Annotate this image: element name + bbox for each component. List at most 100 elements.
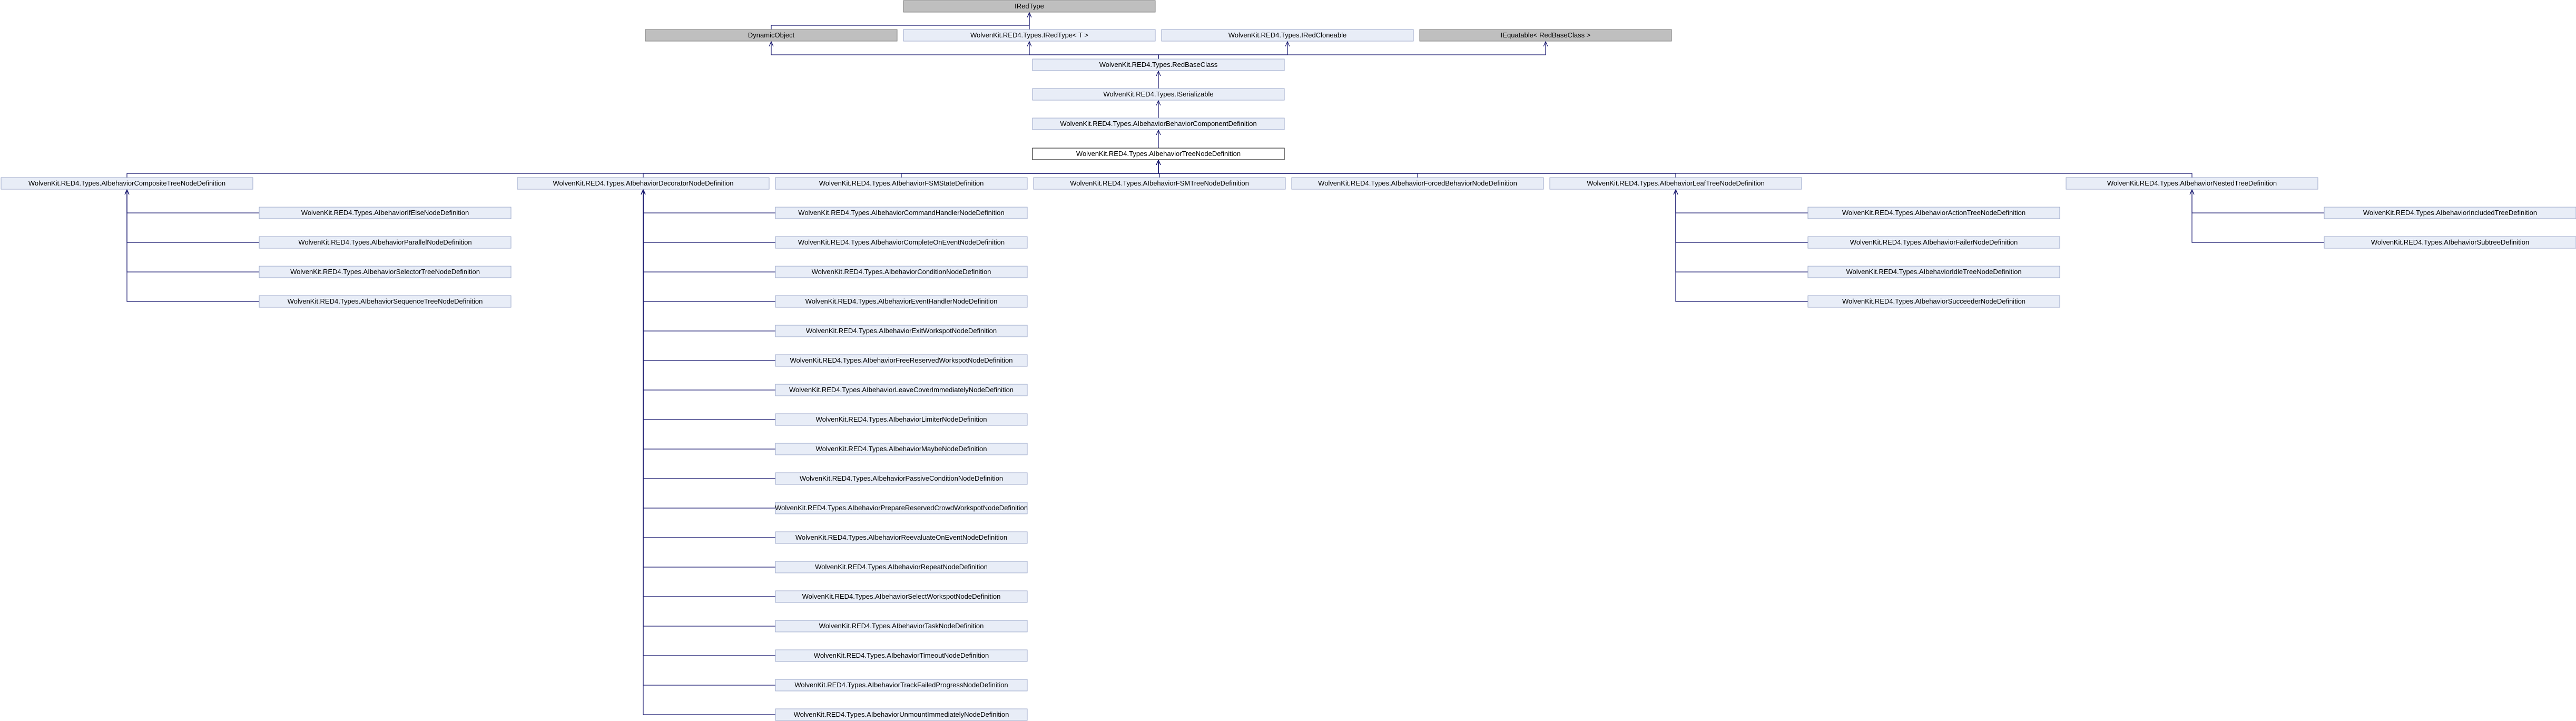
node-layer: IRedType DynamicObject WolvenKit.RED4.Type… bbox=[1, 0, 2576, 721]
class-node-fsmstate[interactable]: WolvenKit.RED4.Types.AIbehaviorFSMStateD… bbox=[775, 177, 1028, 190]
class-node-label: WolvenKit.RED4.Types.AIbehaviorPassiveCo… bbox=[800, 474, 1003, 482]
edge-forced-to-treenode bbox=[1158, 160, 1418, 178]
class-node-selectwork[interactable]: WolvenKit.RED4.Types.AIbehaviorSelectWor… bbox=[775, 590, 1028, 603]
class-node-iredtypet[interactable]: WolvenKit.RED4.Types.IRedType< T > bbox=[903, 29, 1156, 42]
class-node-reevaluate[interactable]: WolvenKit.RED4.Types.AIbehaviorReevaluat… bbox=[775, 531, 1028, 544]
class-node-iequatable[interactable]: IEquatable< RedBaseClass > bbox=[1419, 29, 1672, 42]
class-node-label: WolvenKit.RED4.Types.AIbehaviorMaybeNode… bbox=[816, 445, 987, 453]
class-node-iredtype[interactable]: IRedType bbox=[903, 0, 1156, 13]
class-node-label: WolvenKit.RED4.Types.AIbehaviorIdleTreeN… bbox=[1846, 268, 2021, 276]
class-node-label: WolvenKit.RED4.Types.AIbehaviorFreeReser… bbox=[790, 356, 1013, 364]
class-node-label: WolvenKit.RED4.Types.AIbehaviorEventHand… bbox=[805, 297, 998, 305]
class-node-label: WolvenKit.RED4.Types.AIbehaviorRepeatNod… bbox=[815, 563, 988, 571]
class-node-selector[interactable]: WolvenKit.RED4.Types.AIbehaviorSelectorT… bbox=[259, 266, 512, 278]
class-node-iserializable[interactable]: WolvenKit.RED4.Types.ISerializable bbox=[1032, 88, 1285, 101]
class-node-forced[interactable]: WolvenKit.RED4.Types.AIbehaviorForcedBeh… bbox=[1291, 177, 1544, 190]
edge-completeon-to-decorator bbox=[643, 190, 775, 243]
class-node-maybe[interactable]: WolvenKit.RED4.Types.AIbehaviorMaybeNode… bbox=[775, 443, 1028, 455]
class-node-iredcloneable[interactable]: WolvenKit.RED4.Types.IRedCloneable bbox=[1161, 29, 1414, 42]
class-node-freereserved[interactable]: WolvenKit.RED4.Types.AIbehaviorFreeReser… bbox=[775, 354, 1028, 367]
class-node-exitwork[interactable]: WolvenKit.RED4.Types.AIbehaviorExitWorks… bbox=[775, 325, 1028, 337]
class-node-behaviorcomponent[interactable]: WolvenKit.RED4.Types.AIbehaviorBehaviorC… bbox=[1032, 118, 1285, 130]
edge-redbaseclass-to-dynamicobject bbox=[771, 42, 1159, 59]
class-node-label: WolvenKit.RED4.Types.AIbehaviorCompleteO… bbox=[798, 238, 1005, 246]
edge-unmount-to-decorator bbox=[643, 190, 775, 715]
class-node-label: WolvenKit.RED4.Types.AIbehaviorUnmountIm… bbox=[794, 710, 1009, 718]
class-node-ifelse[interactable]: WolvenKit.RED4.Types.AIbehaviorIfElseNod… bbox=[259, 207, 512, 219]
class-node-trackfailed[interactable]: WolvenKit.RED4.Types.AIbehaviorTrackFail… bbox=[775, 679, 1028, 691]
class-node-idle[interactable]: WolvenKit.RED4.Types.AIbehaviorIdleTreeN… bbox=[1807, 266, 2060, 278]
class-node-label: WolvenKit.RED4.Types.AIbehaviorSubtreeDe… bbox=[2371, 238, 2529, 246]
class-node-treenode[interactable]: WolvenKit.RED4.Types.AIbehaviorTreeNodeD… bbox=[1032, 148, 1285, 160]
class-node-fsmtree[interactable]: WolvenKit.RED4.Types.AIbehaviorFSMTreeNo… bbox=[1033, 177, 1286, 190]
class-node-label: WolvenKit.RED4.Types.AIbehaviorCondition… bbox=[812, 268, 991, 276]
class-node-parallel[interactable]: WolvenKit.RED4.Types.AIbehaviorParallelN… bbox=[259, 236, 512, 249]
edge-idle-to-leaf bbox=[1676, 190, 1808, 272]
class-node-label: WolvenKit.RED4.Types.AIbehaviorDecorator… bbox=[553, 179, 734, 187]
edge-task-to-decorator bbox=[643, 190, 775, 627]
class-node-label: WolvenKit.RED4.Types.AIbehaviorTaskNodeD… bbox=[819, 622, 984, 630]
edge-prepare-to-decorator bbox=[643, 190, 775, 509]
class-node-label: WolvenKit.RED4.Types.AIbehaviorComposite… bbox=[28, 179, 225, 187]
class-node-leaf[interactable]: WolvenKit.RED4.Types.AIbehaviorLeafTreeN… bbox=[1549, 177, 1802, 190]
edge-exitwork-to-decorator bbox=[643, 190, 775, 332]
class-node-eventhandler[interactable]: WolvenKit.RED4.Types.AIbehaviorEventHand… bbox=[775, 295, 1028, 308]
class-node-prepare[interactable]: WolvenKit.RED4.Types.AIbehaviorPrepareRe… bbox=[775, 502, 1028, 514]
class-node-label: IRedType bbox=[1015, 2, 1044, 10]
class-node-label: DynamicObject bbox=[748, 31, 795, 39]
edge-dynamicobject-to-iredtype bbox=[771, 13, 1029, 30]
class-node-label: WolvenKit.RED4.Types.AIbehaviorParallelN… bbox=[298, 238, 471, 246]
edge-selectwork-to-decorator bbox=[643, 190, 775, 597]
class-node-label: WolvenKit.RED4.Types.AIbehaviorLeaveCove… bbox=[789, 386, 1014, 394]
edge-leavecover-to-decorator bbox=[643, 190, 775, 391]
class-node-sequence[interactable]: WolvenKit.RED4.Types.AIbehaviorSequenceT… bbox=[259, 295, 512, 308]
edge-trackfailed-to-decorator bbox=[643, 190, 775, 686]
class-node-label: WolvenKit.RED4.Types.AIbehaviorCommandHa… bbox=[798, 209, 1004, 217]
edge-nested-to-treenode bbox=[1158, 160, 2192, 178]
class-node-succeeder[interactable]: WolvenKit.RED4.Types.AIbehaviorSucceeder… bbox=[1807, 295, 2060, 308]
class-node-unmount[interactable]: WolvenKit.RED4.Types.AIbehaviorUnmountIm… bbox=[775, 708, 1028, 721]
class-node-label: WolvenKit.RED4.Types.AIbehaviorTreeNodeD… bbox=[1076, 150, 1241, 158]
edge-leaf-to-treenode bbox=[1158, 160, 1676, 178]
class-node-label: WolvenKit.RED4.Types.IRedType< T > bbox=[970, 31, 1088, 39]
class-node-passive[interactable]: WolvenKit.RED4.Types.AIbehaviorPassiveCo… bbox=[775, 472, 1028, 485]
edge-eventhandler-to-decorator bbox=[643, 190, 775, 302]
edge-succeeder-to-leaf bbox=[1676, 190, 1808, 302]
class-node-timeout[interactable]: WolvenKit.RED4.Types.AIbehaviorTimeoutNo… bbox=[775, 649, 1028, 662]
class-node-label: WolvenKit.RED4.Types.AIbehaviorNestedTre… bbox=[2107, 179, 2277, 187]
class-node-nested[interactable]: WolvenKit.RED4.Types.AIbehaviorNestedTre… bbox=[2066, 177, 2318, 190]
class-node-action[interactable]: WolvenKit.RED4.Types.AIbehaviorActionTre… bbox=[1807, 207, 2060, 219]
class-node-label: WolvenKit.RED4.Types.AIbehaviorLeafTreeN… bbox=[1587, 179, 1764, 187]
class-node-label: WolvenKit.RED4.Types.AIbehaviorTrackFail… bbox=[794, 681, 1008, 689]
edge-reevaluate-to-decorator bbox=[643, 190, 775, 538]
class-node-composite[interactable]: WolvenKit.RED4.Types.AIbehaviorComposite… bbox=[1, 177, 253, 190]
edge-limiter-to-decorator bbox=[643, 190, 775, 420]
class-node-dynamicobject[interactable]: DynamicObject bbox=[645, 29, 898, 42]
class-node-repeat[interactable]: WolvenKit.RED4.Types.AIbehaviorRepeatNod… bbox=[775, 561, 1028, 573]
edge-redbaseclass-to-iequatable bbox=[1158, 42, 1546, 59]
class-node-redbaseclass[interactable]: WolvenKit.RED4.Types.RedBaseClass bbox=[1032, 59, 1285, 71]
class-node-cmdhandler[interactable]: WolvenKit.RED4.Types.AIbehaviorCommandHa… bbox=[775, 207, 1028, 219]
class-node-leavecover[interactable]: WolvenKit.RED4.Types.AIbehaviorLeaveCove… bbox=[775, 384, 1028, 396]
class-node-completeon[interactable]: WolvenKit.RED4.Types.AIbehaviorCompleteO… bbox=[775, 236, 1028, 249]
class-node-subtree[interactable]: WolvenKit.RED4.Types.AIbehaviorSubtreeDe… bbox=[2324, 236, 2576, 249]
class-node-failer[interactable]: WolvenKit.RED4.Types.AIbehaviorFailerNod… bbox=[1807, 236, 2060, 249]
class-node-included[interactable]: WolvenKit.RED4.Types.AIbehaviorIncludedT… bbox=[2324, 207, 2576, 219]
class-node-label: WolvenKit.RED4.Types.IRedCloneable bbox=[1228, 31, 1347, 39]
edge-cmdhandler-to-decorator bbox=[643, 190, 775, 213]
class-node-label: WolvenKit.RED4.Types.AIbehaviorSelectorT… bbox=[290, 268, 480, 276]
edge-action-to-leaf bbox=[1676, 190, 1808, 213]
edge-parallel-to-composite bbox=[127, 190, 259, 243]
class-node-label: WolvenKit.RED4.Types.AIbehaviorFSMTreeNo… bbox=[1070, 179, 1249, 187]
class-node-decorator[interactable]: WolvenKit.RED4.Types.AIbehaviorDecorator… bbox=[517, 177, 770, 190]
class-node-task[interactable]: WolvenKit.RED4.Types.AIbehaviorTaskNodeD… bbox=[775, 620, 1028, 632]
class-node-label: WolvenKit.RED4.Types.AIbehaviorTimeoutNo… bbox=[814, 651, 989, 659]
edge-ifelse-to-composite bbox=[127, 190, 259, 213]
edge-subtree-to-nested bbox=[2192, 190, 2324, 243]
class-node-condition[interactable]: WolvenKit.RED4.Types.AIbehaviorCondition… bbox=[775, 266, 1028, 278]
class-node-label: WolvenKit.RED4.Types.AIbehaviorFailerNod… bbox=[1850, 238, 2018, 246]
edge-maybe-to-decorator bbox=[643, 190, 775, 450]
class-node-label: WolvenKit.RED4.Types.RedBaseClass bbox=[1099, 61, 1218, 69]
class-node-limiter[interactable]: WolvenKit.RED4.Types.AIbehaviorLimiterNo… bbox=[775, 413, 1028, 426]
class-node-label: WolvenKit.RED4.Types.AIbehaviorBehaviorC… bbox=[1060, 120, 1256, 128]
